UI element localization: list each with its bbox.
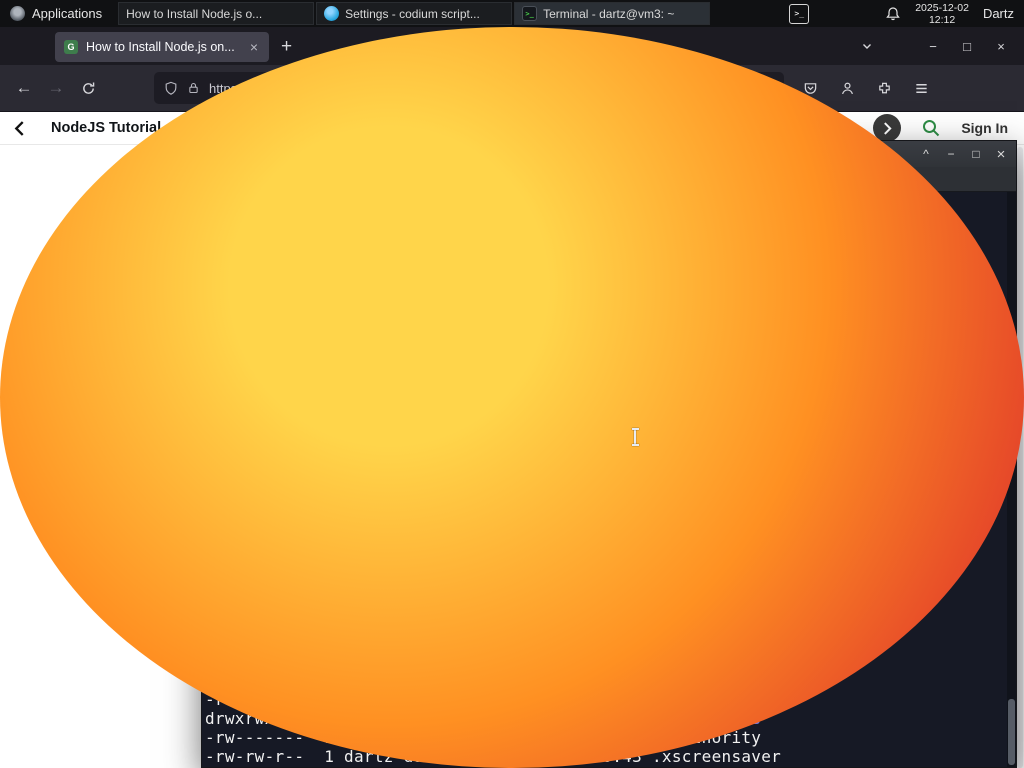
top-panel: Applications How to Install Node.js o...… <box>0 0 1024 768</box>
terminal-close-button[interactable]: × <box>993 146 1009 163</box>
taskbar-label: Settings - codium script... <box>345 6 480 21</box>
lock-icon[interactable] <box>187 81 200 95</box>
user-menu[interactable]: Dartz <box>983 6 1014 21</box>
tab-title: How to Install Node.js on... <box>86 40 235 54</box>
page-scrollbar[interactable] <box>1017 147 1023 768</box>
tab-close-button[interactable]: × <box>248 39 260 55</box>
search-icon[interactable] <box>921 118 941 138</box>
terminal-tray-icon[interactable]: >_ <box>789 3 810 24</box>
terminal-minimize-button[interactable]: − <box>943 147 959 161</box>
clock[interactable]: 2025-12-02 12:12 <box>915 2 969 26</box>
firefox-icon <box>0 27 1024 768</box>
taskbar-button-firefox[interactable]: How to Install Node.js o... <box>0 2 1024 768</box>
system-tray: >_ 2025-12-02 12:12 Dartz <box>789 2 1024 26</box>
terminal-rollup-button[interactable]: ^ <box>918 147 934 161</box>
clock-time: 12:12 <box>928 13 956 26</box>
taskbar-button-codium[interactable]: Settings - codium script... <box>316 2 513 25</box>
window-taskbar: How to Install Node.js o... Settings - co… <box>0 2 1024 768</box>
nav-scroll-left-chevron-icon[interactable] <box>14 120 25 136</box>
distro-icon <box>10 6 25 21</box>
back-button[interactable]: ← <box>8 72 40 104</box>
reload-button[interactable] <box>72 72 104 104</box>
taskbar-label: Terminal - dartz@vm3: ~ <box>543 6 675 21</box>
extensions-puzzle-icon[interactable] <box>868 72 900 104</box>
clock-date: 2025-12-02 <box>915 1 969 14</box>
browser-minimize-button[interactable]: − <box>916 39 950 54</box>
site-nav-right-cluster: Sign In <box>873 114 1008 142</box>
terminal-scrollbar-thumb[interactable] <box>1008 699 1015 765</box>
account-icon[interactable] <box>831 72 863 104</box>
browser-maximize-button[interactable]: □ <box>950 39 984 54</box>
list-tabs-chevron-icon[interactable] <box>852 40 882 52</box>
terminal-icon: >_ <box>522 6 538 21</box>
forward-button[interactable]: → <box>40 72 72 104</box>
taskbar-button-terminal[interactable]: >_ Terminal - dartz@vm3: ~ <box>514 2 711 25</box>
browser-tab[interactable]: G How to Install Node.js on... × <box>55 32 269 62</box>
tracking-shield-icon[interactable] <box>164 81 178 96</box>
menu-hamburger-icon[interactable] <box>905 72 937 104</box>
sign-in-button[interactable]: Sign In <box>961 120 1008 136</box>
mouse-ibeam-cursor <box>631 428 639 446</box>
notifications-bell-icon[interactable] <box>885 6 901 22</box>
terminal-maximize-button[interactable]: □ <box>968 147 984 161</box>
codium-icon <box>324 6 340 21</box>
terminal-window-controls: ^ − □ × <box>918 146 1009 163</box>
applications-menu[interactable]: Applications <box>0 0 112 27</box>
desktop: Applications How to Install Node.js o...… <box>0 0 1024 768</box>
browser-close-button[interactable]: × <box>984 39 1018 54</box>
browser-window-controls: − □ × <box>852 39 1024 54</box>
site-nav-active-link[interactable]: NodeJS Tutorial <box>51 120 161 136</box>
new-tab-button[interactable]: + <box>281 37 292 56</box>
taskbar-label: How to Install Node.js o... <box>126 6 263 21</box>
page-favicon-icon: G <box>64 40 78 54</box>
applications-label: Applications <box>32 6 103 21</box>
